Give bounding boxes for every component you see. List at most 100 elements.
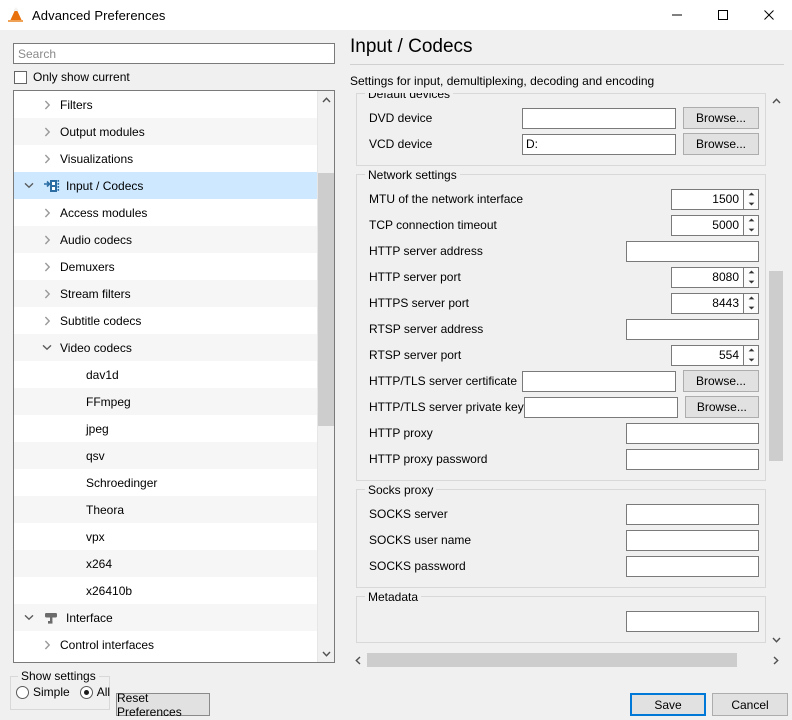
only-show-current-row[interactable]: Only show current bbox=[14, 70, 130, 84]
close-icon[interactable] bbox=[746, 0, 792, 30]
spin-up-icon[interactable] bbox=[744, 190, 758, 200]
scroll-up-icon[interactable] bbox=[318, 91, 334, 108]
chevron-right-icon[interactable] bbox=[40, 253, 54, 280]
maximize-icon[interactable] bbox=[700, 0, 746, 30]
content-vertical-scrollbar[interactable] bbox=[768, 93, 784, 648]
tree-item-stream-filters[interactable]: Stream filters bbox=[14, 280, 317, 307]
tree-item-output-modules[interactable]: Output modules bbox=[14, 118, 317, 145]
input-rtsp-server-address[interactable] bbox=[626, 318, 759, 340]
title-bar: Advanced Preferences bbox=[0, 0, 792, 30]
content-horizontal-scrollbar[interactable] bbox=[350, 652, 784, 668]
input-http-server-address[interactable] bbox=[626, 240, 759, 262]
spin-down-icon[interactable] bbox=[744, 225, 758, 235]
spin-down-icon[interactable] bbox=[744, 199, 758, 209]
input-dvd-device[interactable] bbox=[522, 107, 676, 129]
tree-item-x264[interactable]: x264 bbox=[14, 550, 317, 577]
spinner-buttons[interactable] bbox=[743, 292, 759, 314]
input-http-server-port[interactable] bbox=[671, 266, 743, 288]
spinner-buttons[interactable] bbox=[743, 188, 759, 210]
spin-up-icon[interactable] bbox=[744, 346, 758, 356]
content-scroll-down-icon[interactable] bbox=[768, 632, 784, 648]
tree-item-audio-codecs[interactable]: Audio codecs bbox=[14, 226, 317, 253]
content-scroll-left-icon[interactable] bbox=[350, 652, 366, 668]
input-http-proxy-password[interactable] bbox=[626, 448, 759, 470]
tree-item-control-interfaces[interactable]: Control interfaces bbox=[14, 631, 317, 658]
input-http-proxy[interactable] bbox=[626, 422, 759, 444]
spinner-rtsp-server-port[interactable] bbox=[671, 344, 759, 366]
input-https-server-port[interactable] bbox=[671, 292, 743, 314]
tree-item-video-codecs[interactable]: Video codecs bbox=[14, 334, 317, 361]
input-socks-server[interactable] bbox=[626, 503, 759, 525]
only-show-current-checkbox[interactable] bbox=[14, 70, 27, 84]
chevron-right-icon[interactable] bbox=[40, 226, 54, 253]
tree-item-subtitle-codecs[interactable]: Subtitle codecs bbox=[14, 307, 317, 334]
chevron-down-icon[interactable] bbox=[22, 172, 36, 199]
spinner-buttons[interactable] bbox=[743, 266, 759, 288]
input-tcp-connection-timeout[interactable] bbox=[671, 214, 743, 236]
spinner-buttons[interactable] bbox=[743, 214, 759, 236]
tree-item-x26410b[interactable]: x26410b bbox=[14, 577, 317, 604]
content-scroll-up-icon[interactable] bbox=[768, 93, 784, 109]
reset-preferences-button[interactable]: Reset Preferences bbox=[116, 691, 210, 719]
tree-item-theora[interactable]: Theora bbox=[14, 496, 317, 523]
spinner-https-server-port[interactable] bbox=[671, 292, 759, 314]
browse-button-http-tls-server-private-key[interactable]: Browse... bbox=[684, 396, 759, 418]
chevron-right-icon[interactable] bbox=[40, 91, 54, 118]
input-field[interactable] bbox=[626, 610, 759, 632]
tree-item-filters[interactable]: Filters bbox=[14, 91, 317, 118]
chevron-right-icon[interactable] bbox=[40, 145, 54, 172]
chevron-right-icon[interactable] bbox=[40, 280, 54, 307]
tree-item-schroedinger[interactable]: Schroedinger bbox=[14, 469, 317, 496]
radio-simple[interactable] bbox=[16, 685, 29, 699]
preferences-tree[interactable]: Filters Output modules Visualizations Input… bbox=[13, 90, 335, 663]
browse-button-http-tls-server-certificate[interactable]: Browse... bbox=[683, 370, 759, 392]
spinner-tcp-connection-timeout[interactable] bbox=[671, 214, 759, 236]
spin-up-icon[interactable] bbox=[744, 294, 758, 304]
spinner-buttons[interactable] bbox=[743, 344, 759, 366]
tree-item-vpx[interactable]: vpx bbox=[14, 523, 317, 550]
chevron-right-icon[interactable] bbox=[40, 307, 54, 334]
browse-button-dvd-device[interactable]: Browse... bbox=[683, 107, 759, 129]
tree-vertical-scrollbar[interactable] bbox=[317, 91, 334, 662]
tree-item-jpeg[interactable]: jpeg bbox=[14, 415, 317, 442]
content-scroll-thumb[interactable] bbox=[769, 271, 783, 461]
spin-down-icon[interactable] bbox=[744, 355, 758, 365]
minimize-icon[interactable] bbox=[654, 0, 700, 30]
content-scroll-right-icon[interactable] bbox=[768, 652, 784, 668]
spin-down-icon[interactable] bbox=[744, 303, 758, 313]
input-socks-password[interactable] bbox=[626, 555, 759, 577]
input-mtu-of-the-network-interface[interactable] bbox=[671, 188, 743, 210]
spinner-mtu-of-the-network-interface[interactable] bbox=[671, 188, 759, 210]
field-row: HTTP/TLS server private key Browse... bbox=[357, 394, 765, 420]
spin-up-icon[interactable] bbox=[744, 268, 758, 278]
input-vcd-device[interactable] bbox=[522, 133, 676, 155]
search-input[interactable] bbox=[13, 43, 335, 64]
tree-item-qsv[interactable]: qsv bbox=[14, 442, 317, 469]
cancel-button[interactable]: Cancel bbox=[712, 693, 788, 716]
content-hscroll-thumb[interactable] bbox=[367, 653, 737, 667]
tree-item-dav1d[interactable]: dav1d bbox=[14, 361, 317, 388]
scroll-down-icon[interactable] bbox=[318, 645, 334, 662]
radio-all[interactable] bbox=[79, 685, 93, 699]
tree-item-access-modules[interactable]: Access modules bbox=[14, 199, 317, 226]
tree-item-visualizations[interactable]: Visualizations bbox=[14, 145, 317, 172]
spin-up-icon[interactable] bbox=[744, 216, 758, 226]
spinner-http-server-port[interactable] bbox=[671, 266, 759, 288]
browse-button-vcd-device[interactable]: Browse... bbox=[683, 133, 759, 155]
tree-item-ffmpeg[interactable]: FFmpeg bbox=[14, 388, 317, 415]
chevron-down-icon[interactable] bbox=[40, 334, 54, 361]
chevron-right-icon[interactable] bbox=[40, 631, 54, 658]
input-socks-user-name[interactable] bbox=[626, 529, 759, 551]
chevron-right-icon[interactable] bbox=[40, 118, 54, 145]
input-rtsp-server-port[interactable] bbox=[671, 344, 743, 366]
tree-scroll-thumb[interactable] bbox=[318, 173, 334, 426]
chevron-right-icon[interactable] bbox=[40, 199, 54, 226]
tree-item-demuxers[interactable]: Demuxers bbox=[14, 253, 317, 280]
input-http-tls-server-certificate[interactable] bbox=[522, 370, 676, 392]
save-button[interactable]: Save bbox=[630, 693, 706, 716]
input-http-tls-server-private-key[interactable] bbox=[523, 396, 678, 418]
tree-item-interface[interactable]: Interface bbox=[14, 604, 317, 631]
tree-item-input-codecs[interactable]: Input / Codecs bbox=[14, 172, 317, 199]
spin-down-icon[interactable] bbox=[744, 277, 758, 287]
chevron-down-icon[interactable] bbox=[22, 604, 36, 631]
